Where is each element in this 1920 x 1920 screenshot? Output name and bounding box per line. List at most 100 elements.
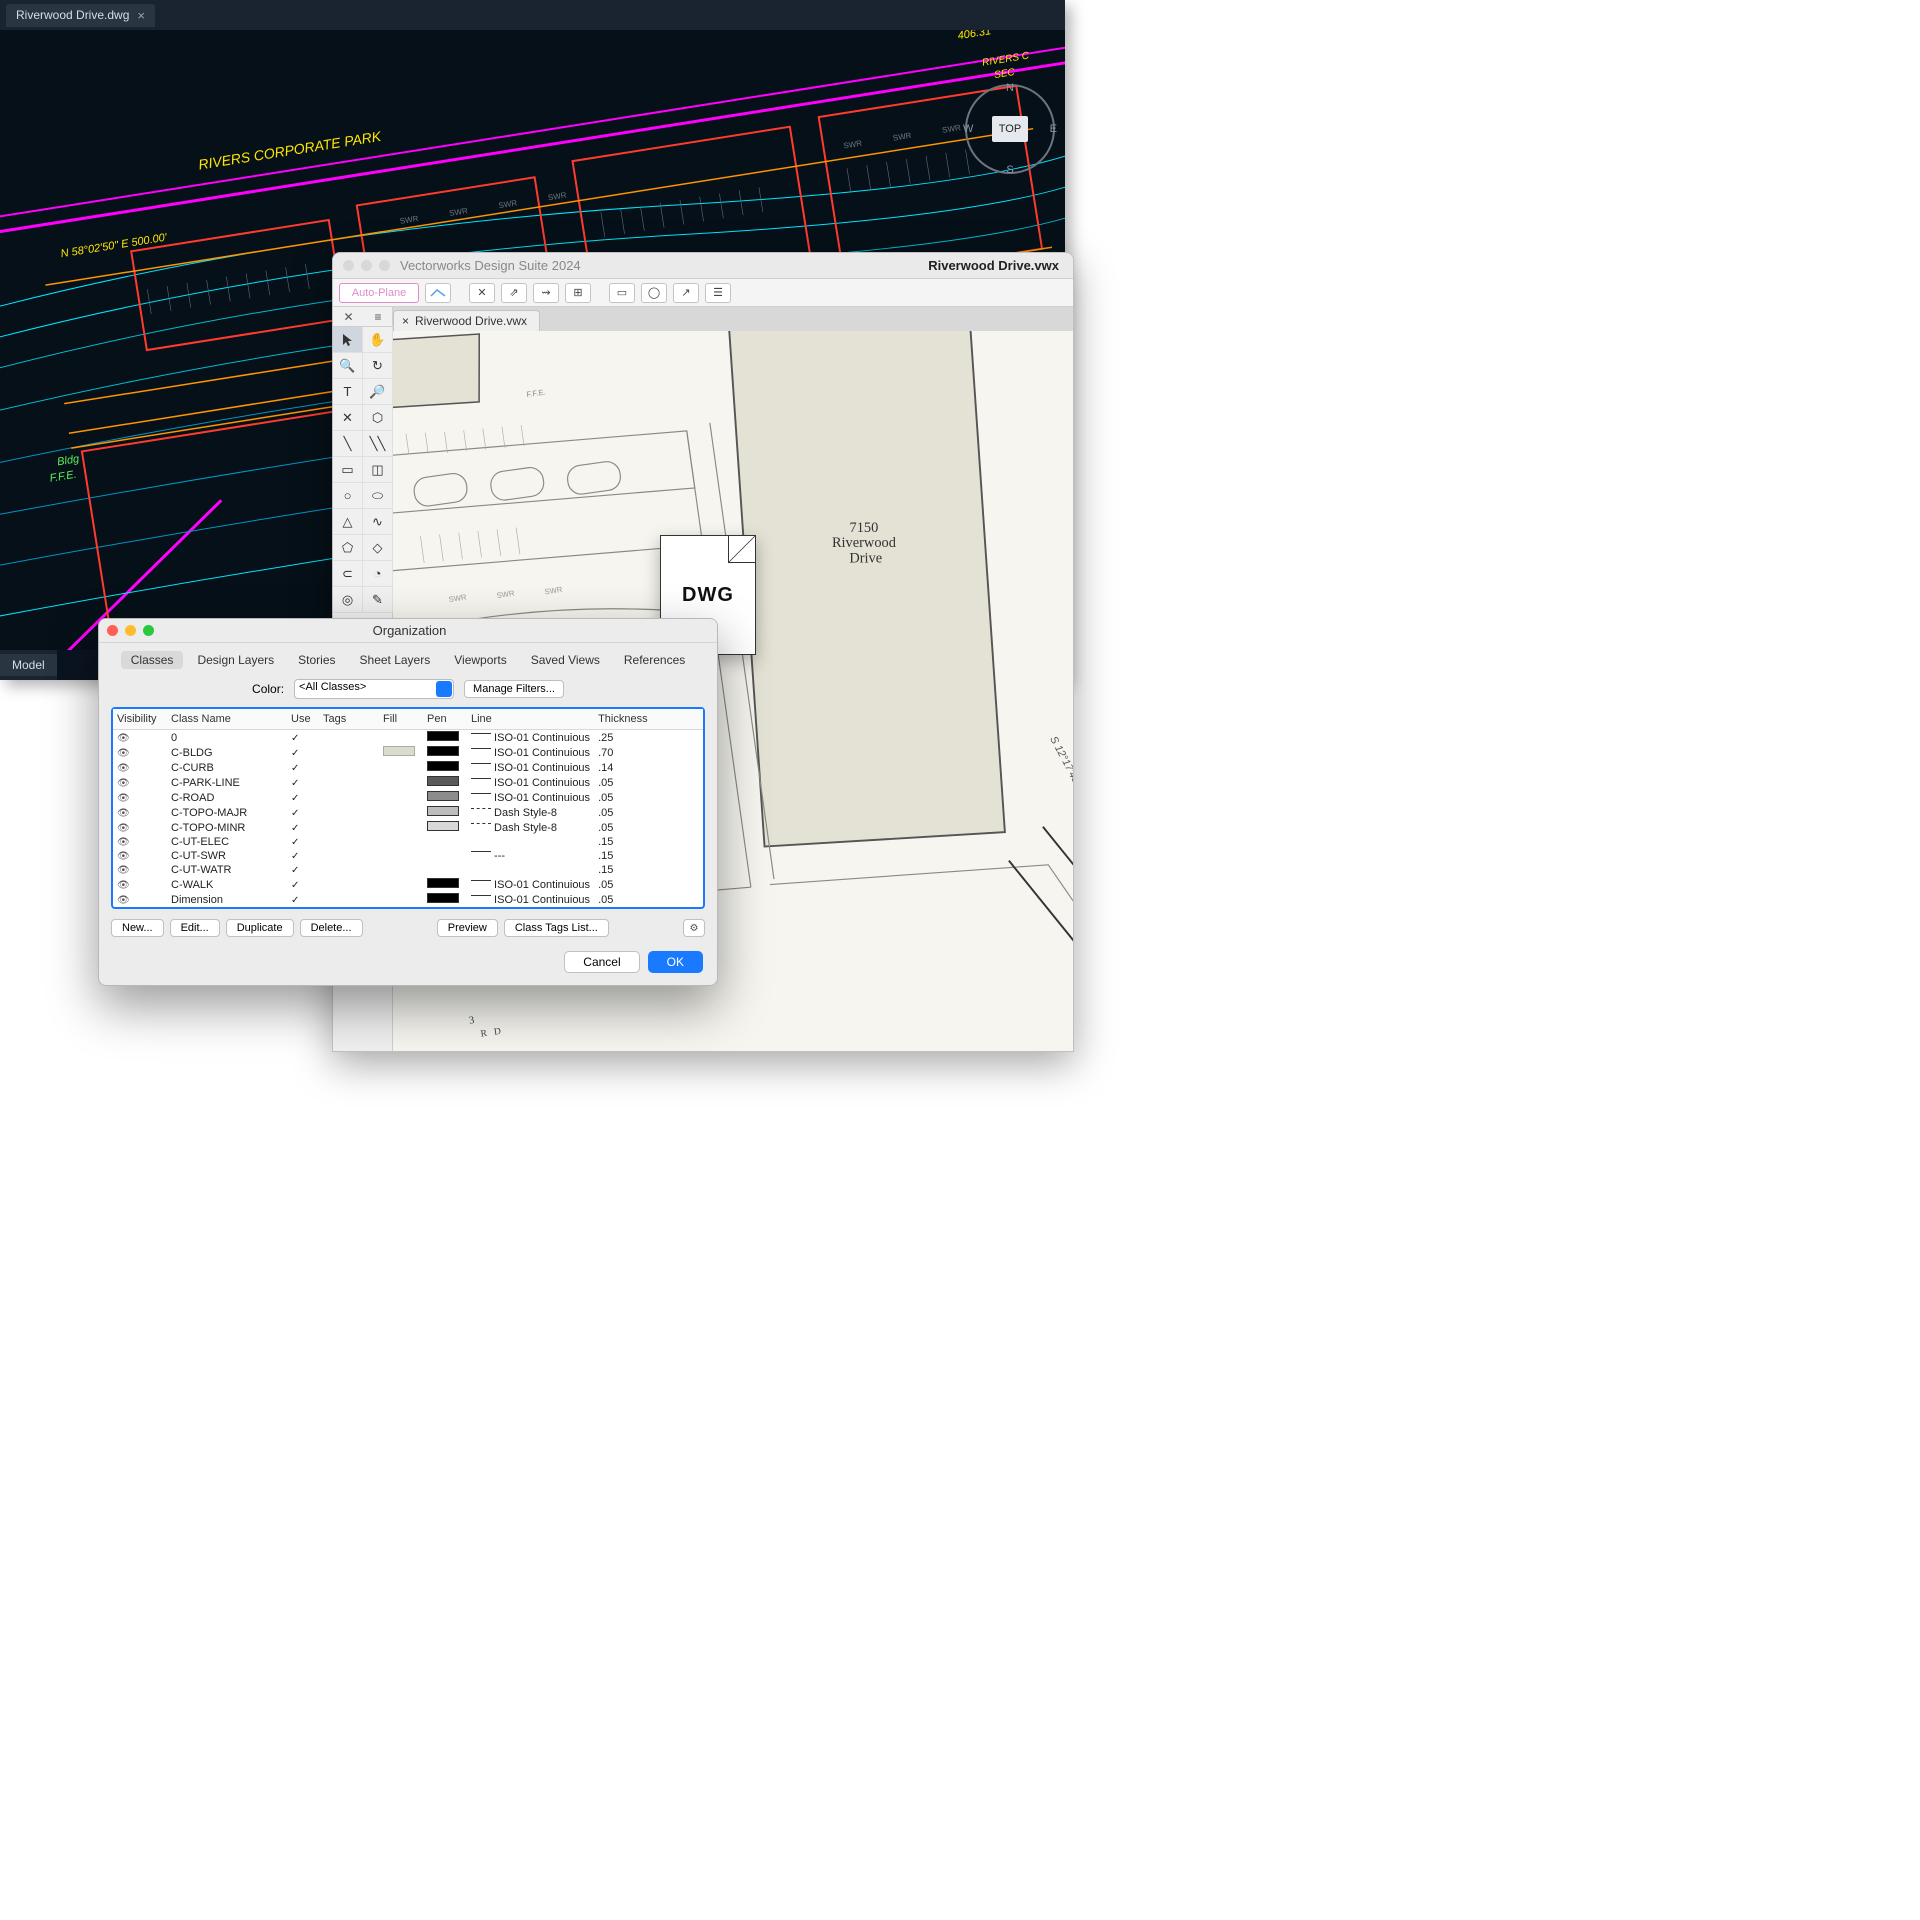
col-tags[interactable]: Tags (319, 709, 379, 730)
table-settings-icon[interactable]: ⚙ (683, 919, 705, 937)
fill-swatch[interactable] (379, 892, 423, 907)
table-row[interactable]: 👁C-UT-WATR✓.15 (113, 863, 703, 877)
manage-filters-button[interactable]: Manage Filters... (464, 680, 564, 698)
fill-swatch[interactable] (379, 835, 423, 849)
zoom-tool[interactable]: 🔍 (333, 353, 363, 379)
pen-swatch[interactable] (423, 835, 467, 849)
pen-swatch[interactable] (423, 760, 467, 775)
ok-button[interactable]: OK (648, 951, 703, 973)
tab-viewports[interactable]: Viewports (444, 651, 516, 669)
fill-swatch[interactable] (379, 775, 423, 790)
table-row[interactable]: 👁Dimension✓ ISO-01 Continuious.05 (113, 892, 703, 907)
visibility-icon[interactable]: 👁 (117, 778, 130, 789)
tab-saved-views[interactable]: Saved Views (521, 651, 610, 669)
eyedropper-tool[interactable]: ✎ (363, 587, 393, 613)
flyover-tool[interactable]: ↻ (363, 353, 393, 379)
dialog-close-icon[interactable] (107, 625, 118, 636)
visibility-icon[interactable]: 👁 (117, 823, 130, 834)
cad-model-tab[interactable]: Model (0, 654, 57, 676)
zoom-to-tool[interactable]: 🔎 (363, 379, 393, 405)
compass-top-button[interactable]: TOP (992, 116, 1028, 142)
use-checkbox[interactable]: ✓ (291, 763, 299, 774)
fill-swatch[interactable] (379, 730, 423, 746)
tab-classes[interactable]: Classes (121, 651, 184, 669)
table-row[interactable]: 👁C-CURB✓ ISO-01 Continuious.14 (113, 760, 703, 775)
use-checkbox[interactable]: ✓ (291, 748, 299, 759)
table-row[interactable]: 👁C-WALK✓ ISO-01 Continuious.05 (113, 877, 703, 892)
table-row[interactable]: 👁0✓ ISO-01 Continuious.25 (113, 730, 703, 746)
palette-menu-icon[interactable]: ≡ (374, 310, 381, 324)
palette-close-icon[interactable]: ✕ (343, 310, 353, 324)
tab-references[interactable]: References (614, 651, 695, 669)
table-row[interactable]: 👁C-TOPO-MAJR✓ Dash Style-8.05 (113, 805, 703, 820)
close-icon[interactable]: × (137, 8, 145, 23)
square-tool[interactable]: ◇ (363, 535, 393, 561)
pen-swatch[interactable] (423, 820, 467, 835)
pen-swatch[interactable] (423, 775, 467, 790)
vw-doc-tab[interactable]: × Riverwood Drive.vwx (393, 310, 540, 331)
doc-tab-close-icon[interactable]: × (402, 314, 409, 328)
visibility-icon[interactable]: 👁 (117, 808, 130, 819)
line-tool[interactable]: ╲ (333, 431, 363, 457)
edit-button[interactable]: Edit... (170, 919, 220, 937)
line-style-cell[interactable]: ISO-01 Continuious (467, 892, 594, 907)
pen-swatch[interactable] (423, 745, 467, 760)
table-row[interactable]: 👁C-UT-SWR✓ ---.15 (113, 849, 703, 863)
delete-button[interactable]: Delete... (300, 919, 363, 937)
rounded-rect-tool[interactable]: ◫ (363, 457, 393, 483)
freehand-tool[interactable]: ∿ (363, 509, 393, 535)
use-checkbox[interactable]: ✓ (291, 793, 299, 804)
visibility-icon[interactable]: 👁 (117, 748, 130, 759)
col-line[interactable]: Line (467, 709, 594, 730)
shape-line-button[interactable]: ↗ (673, 283, 699, 303)
col-fill[interactable]: Fill (379, 709, 423, 730)
use-checkbox[interactable]: ✓ (291, 851, 299, 862)
pen-swatch[interactable] (423, 730, 467, 746)
new-button[interactable]: New... (111, 919, 164, 937)
fill-swatch[interactable] (379, 863, 423, 877)
color-filter-select[interactable]: <All Classes> ⌄ (294, 679, 454, 699)
window-close-icon[interactable] (343, 260, 354, 271)
tab-design-layers[interactable]: Design Layers (187, 651, 284, 669)
use-checkbox[interactable]: ✓ (291, 823, 299, 834)
pan-tool[interactable]: ✋ (363, 327, 393, 353)
window-maximize-icon[interactable] (379, 260, 390, 271)
shape-balloon-button[interactable]: ◯ (641, 283, 667, 303)
line-style-cell[interactable]: ISO-01 Continuious (467, 790, 594, 805)
use-checkbox[interactable]: ✓ (291, 733, 299, 744)
settings-button[interactable]: ☰ (705, 283, 731, 303)
line-style-cell[interactable]: ISO-01 Continuious (467, 745, 594, 760)
use-checkbox[interactable]: ✓ (291, 837, 299, 848)
auto-plane-button[interactable]: Auto-Plane (339, 283, 419, 303)
shape-rect-button[interactable]: ▭ (609, 283, 635, 303)
selection-tool[interactable] (333, 327, 363, 353)
col-class-name[interactable]: Class Name (167, 709, 287, 730)
visibility-icon[interactable]: 👁 (117, 837, 130, 848)
table-row[interactable]: 👁C-PARK-LINE✓ ISO-01 Continuious.05 (113, 775, 703, 790)
window-minimize-icon[interactable] (361, 260, 372, 271)
fill-swatch[interactable] (379, 790, 423, 805)
pen-swatch[interactable] (423, 892, 467, 907)
use-checkbox[interactable]: ✓ (291, 865, 299, 876)
use-checkbox[interactable]: ✓ (291, 808, 299, 819)
table-row[interactable]: 👁C-UT-ELEC✓.15 (113, 835, 703, 849)
pen-swatch[interactable] (423, 790, 467, 805)
line-style-cell[interactable] (467, 835, 594, 849)
use-checkbox[interactable]: ✓ (291, 895, 299, 906)
preview-button[interactable]: Preview (437, 919, 498, 937)
use-checkbox[interactable]: ✓ (291, 880, 299, 891)
text-tool[interactable]: T (333, 379, 363, 405)
line-style-cell[interactable]: ISO-01 Continuious (467, 877, 594, 892)
line-style-cell[interactable]: --- (467, 849, 594, 863)
pen-swatch[interactable] (423, 863, 467, 877)
visibility-icon[interactable]: 👁 (117, 793, 130, 804)
polygon-tool[interactable]: ⬠ (333, 535, 363, 561)
fill-swatch[interactable] (379, 820, 423, 835)
classes-table[interactable]: Visibility Class Name Use Tags Fill Pen … (111, 707, 705, 909)
table-row[interactable]: 👁C-BLDG✓ ISO-01 Continuious.70 (113, 745, 703, 760)
arc-tool[interactable]: ⊂ (333, 561, 363, 587)
snap-tool-4[interactable]: ⊞ (565, 283, 591, 303)
use-checkbox[interactable]: ✓ (291, 778, 299, 789)
line-style-cell[interactable]: ISO-01 Continuious (467, 730, 594, 746)
tab-stories[interactable]: Stories (288, 651, 345, 669)
